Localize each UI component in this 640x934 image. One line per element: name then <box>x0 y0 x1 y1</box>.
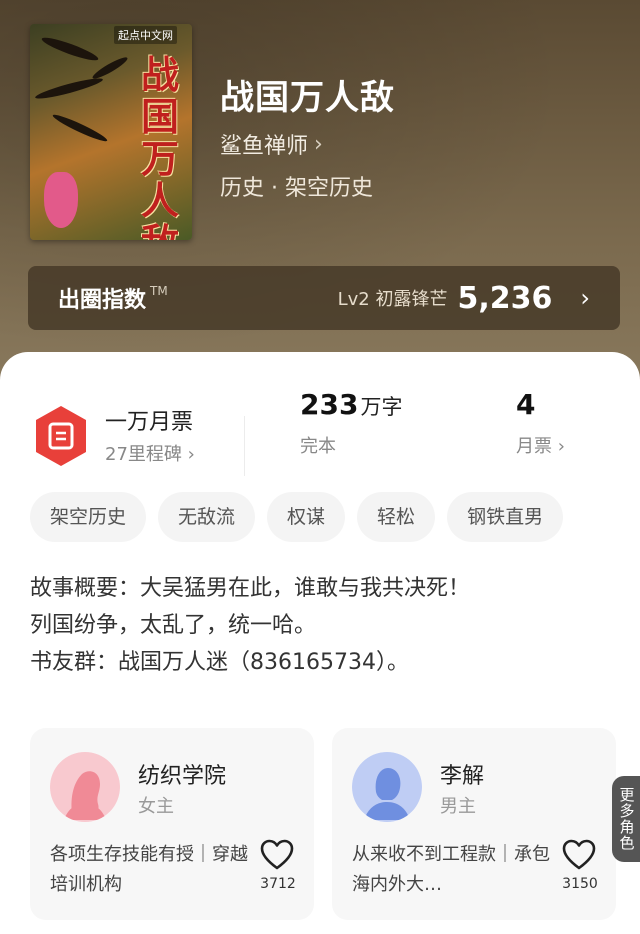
cover-title-art: 战国万人敌 <box>140 52 179 241</box>
index-label: 出圈指数 <box>58 288 147 313</box>
ticket-icon <box>36 406 86 466</box>
role-description: 各项生存技能有授｜穿越培训机构 <box>50 844 248 895</box>
detail-sheet: 一万月票 27里程碑 › 233万字 完本 4 月票 › 架空历史 无敌流 权谋… <box>0 352 640 934</box>
role-name: 纺织学院 <box>138 764 227 789</box>
tag[interactable]: 轻松 <box>357 492 436 542</box>
tag[interactable]: 架空历史 <box>30 492 147 542</box>
male-silhouette-icon <box>352 752 422 822</box>
stats-row: 一万月票 27里程碑 › 233万字 完本 4 月票 › <box>0 382 640 492</box>
like-count: 3150 <box>562 876 598 892</box>
book-title: 战国万人敌 <box>220 78 395 118</box>
chevron-right-icon: › <box>187 444 195 465</box>
tag[interactable]: 权谋 <box>267 492 346 542</box>
milestones-text: 27里程碑 <box>105 444 182 465</box>
like-count: 3712 <box>260 876 296 892</box>
index-tm: TM <box>150 284 168 298</box>
role-cards: 纺织学院 女主 各项生存技能有授｜穿越培训机构 3712 李解 男主 从来收不到… <box>30 728 640 928</box>
divider <box>244 416 245 476</box>
monthly-votes-count: 4 <box>516 388 536 421</box>
tag-list: 架空历史 无敌流 权谋 轻松 钢铁直男 <box>30 492 564 542</box>
summary-line: 故事概要：大吴猛男在此，谁敢与我共决死！ <box>30 576 471 601</box>
book-cover[interactable]: 起点中文网 战国万人敌 <box>30 24 192 240</box>
milestones-link[interactable]: 27里程碑 › <box>105 440 195 466</box>
cover-publisher: 起点中文网 <box>114 26 177 44</box>
heart-icon[interactable] <box>260 838 294 872</box>
role-description: 从来收不到工程款｜承包海内外大… <box>352 844 550 895</box>
chevron-right-icon: › <box>580 284 590 312</box>
avatar <box>50 752 120 822</box>
tag[interactable]: 无敌流 <box>158 492 256 542</box>
index-level: Lv2 初露锋芒 <box>337 289 448 310</box>
book-status: 完本 <box>300 436 336 457</box>
role-card[interactable]: 纺织学院 女主 各项生存技能有授｜穿越培训机构 3712 <box>30 728 314 920</box>
more-roles-button[interactable]: 更多角色 <box>612 776 640 862</box>
chevron-right-icon: › <box>314 131 323 157</box>
word-count-unit: 万字 <box>360 395 403 419</box>
avatar <box>352 752 422 822</box>
summary-line: 书友群：战国万人迷（836165734）。 <box>30 650 409 675</box>
monthly-badge: 一万月票 <box>105 410 194 435</box>
word-count-value: 233 <box>300 388 359 421</box>
tag[interactable]: 钢铁直男 <box>447 492 564 542</box>
role-card[interactable]: 李解 男主 从来收不到工程款｜承包海内外大… 3150 <box>332 728 616 920</box>
monthly-votes-link[interactable]: 月票 › <box>516 432 565 458</box>
summary-line: 列国纷争，太乱了，统一哈。 <box>30 613 317 638</box>
heart-icon[interactable] <box>562 838 596 872</box>
role-name: 李解 <box>440 764 485 789</box>
monthly-votes-label: 月票 <box>516 436 552 457</box>
role-type: 女主 <box>138 796 174 817</box>
word-count: 233万字 <box>300 388 402 421</box>
role-type: 男主 <box>440 796 476 817</box>
author-name: 鲨鱼禅师 <box>220 134 309 159</box>
book-genre: 历史 · 架空历史 <box>220 176 373 201</box>
book-summary[interactable]: 故事概要：大吴猛男在此，谁敢与我共决死！ 列国纷争，太乱了，统一哈。 书友群：战… <box>30 570 620 681</box>
chevron-right-icon: › <box>557 436 565 457</box>
popularity-index-bar[interactable]: 出圈指数 TM Lv2 初露锋芒 5,236 › <box>28 266 620 330</box>
tiger-tongue-art <box>44 172 78 228</box>
index-value: 5,236 <box>457 280 553 316</box>
female-silhouette-icon <box>50 752 120 822</box>
author-link[interactable]: 鲨鱼禅师 › <box>220 128 323 160</box>
